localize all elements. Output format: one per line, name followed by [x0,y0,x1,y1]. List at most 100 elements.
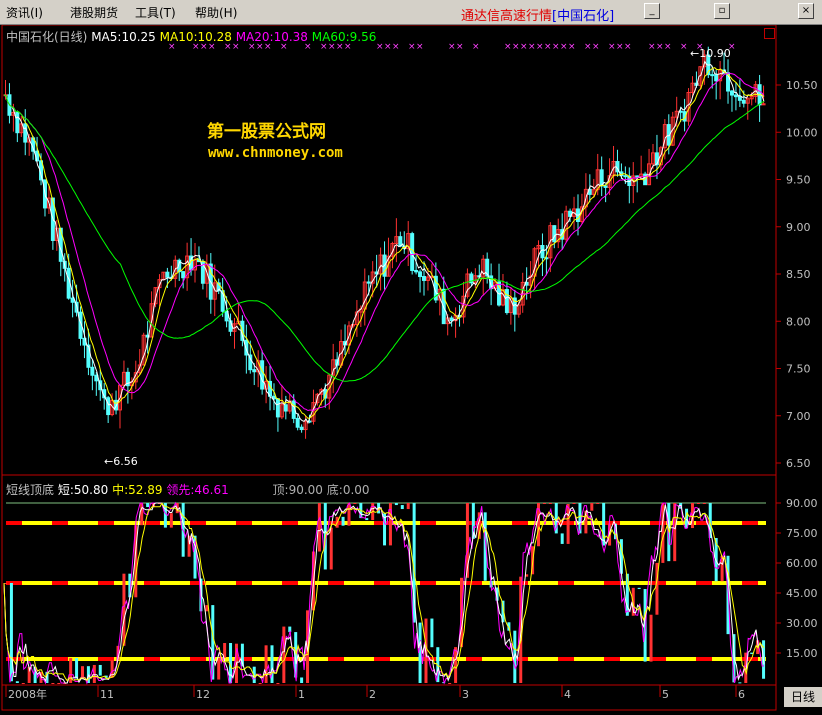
main-y-tick-label: 8.50 [786,268,811,281]
app-title: 通达信高速行情[中国石化] [461,9,615,24]
main-y-tick-label: 7.50 [786,363,811,376]
signal-marker: × [624,42,632,52]
ma5-label: MA5:10.25 [91,30,156,44]
menu-help[interactable]: 帮助(H) [195,4,237,21]
signal-marker: × [376,42,384,52]
osc-bar [21,683,25,684]
menu-tools[interactable]: 工具(T) [135,4,176,21]
signal-marker: × [456,42,464,52]
ma10-label: MA10:10.28 [159,30,232,44]
osc-bar [602,503,606,546]
signal-marker: × [384,42,392,52]
osc-bar [80,666,84,679]
date-label: 2008年 [8,687,47,701]
candle-body [275,398,280,418]
signal-marker: × [448,42,456,52]
osc-bar [448,683,452,684]
osc-bar [341,516,345,526]
sub-y-tick-label: 45.00 [786,587,818,600]
date-label: 4 [564,688,571,701]
candle-body [165,271,170,278]
candle-body [295,417,300,428]
osc-bar [400,505,404,510]
signal-marker: × [680,42,688,52]
signal-marker: × [568,42,576,52]
chart-expand-icon[interactable] [764,28,775,39]
restore-button[interactable]: ▫ [714,3,730,19]
candle-body [737,96,742,101]
osc-bar [696,503,700,504]
chart-frame [1,25,777,711]
ma60-line [3,94,765,382]
main-y-tick-label: 7.00 [786,410,811,423]
main-y-tick-label: 6.50 [786,457,811,470]
osc-bar [590,503,594,511]
close-button[interactable]: × [798,3,814,19]
top-label: 顶:90.00 [272,483,323,497]
bottom-label: 底:0.00 [326,483,370,497]
sub-y-tick-label: 90.00 [786,497,818,510]
osc-bar [15,681,19,683]
low-price-label: ←6.56 [104,455,138,468]
main-chart-title: 中国石化(日线) [6,30,88,44]
signal-marker: × [592,42,600,52]
mid-label: 中:52.89 [112,483,163,497]
main-y-tick-label: 10.50 [786,79,818,92]
main-y-tick-label: 10.00 [786,126,818,139]
osc-bar [258,683,262,684]
main-chart-header: 中国石化(日线) MA5:10.25 MA10:10.28 MA20:10.38… [6,28,376,45]
candle-body [623,175,628,178]
candle-body [635,175,640,178]
main-y-tick-label: 8.00 [786,315,811,328]
candle-body [504,289,509,314]
osc-bar [276,683,280,684]
candle-body [729,90,734,96]
osc-bar [560,533,564,544]
candle-body [418,271,423,278]
osc-bar [169,513,173,528]
osc-bar [264,645,268,683]
sub-y-tick-label: 75.00 [786,527,818,540]
watermark-title: 第一股票公式网 [207,122,326,142]
candle-body [90,366,95,376]
candle-body [422,276,427,281]
sub-y-tick-label: 15.00 [786,647,818,660]
date-label: 1 [298,688,305,701]
osc-bar [329,527,333,570]
chart-area[interactable]: 10.50 10.00 9.50 9.00 8.50 8.00 7.50 7.00 6.50 90… [0,25,822,715]
menu-hk-futures[interactable]: 港股期货 [70,4,118,21]
sub-y-tick-label: 60.00 [786,557,818,570]
osc-bar [317,503,321,552]
signal-marker: × [472,42,480,52]
menu-bar: 资讯(I) 港股期货 工具(T) 帮助(H) 通达信高速行情[中国石化] _ ▫… [0,0,822,25]
signal-marker: × [648,42,656,52]
ma10-line [3,67,765,419]
chart-canvas[interactable]: 10.50 10.00 9.50 9.00 8.50 8.00 7.50 7.00 6.50 90… [0,25,822,715]
signal-marker: × [416,42,424,52]
signal-marker: × [520,42,528,52]
osc-bar [566,504,570,544]
minimize-button[interactable]: _ [644,3,660,19]
date-label: 5 [662,688,669,701]
osc-bar [282,626,286,683]
osc-bar [394,503,398,506]
candle-body [714,74,719,82]
candle-body [733,94,738,98]
osc-bar [738,682,742,684]
candle-body [15,112,20,134]
date-label: 12 [196,688,210,701]
osc-bar [649,614,653,662]
signal-marker: × [504,42,512,52]
osc-bar [98,664,102,676]
high-price-label: ←10.90 [690,47,731,60]
period-daily-button[interactable]: 日线 [784,687,822,707]
menu-info[interactable]: 资讯(I) [6,4,43,21]
osc-bar [57,683,61,684]
candle-body [283,404,288,412]
signal-marker: × [656,42,664,52]
osc-bar [454,647,458,683]
date-label: 6 [738,688,745,701]
ma5-line [3,60,765,425]
osc-bar [542,503,546,504]
osc-bar [572,503,576,505]
